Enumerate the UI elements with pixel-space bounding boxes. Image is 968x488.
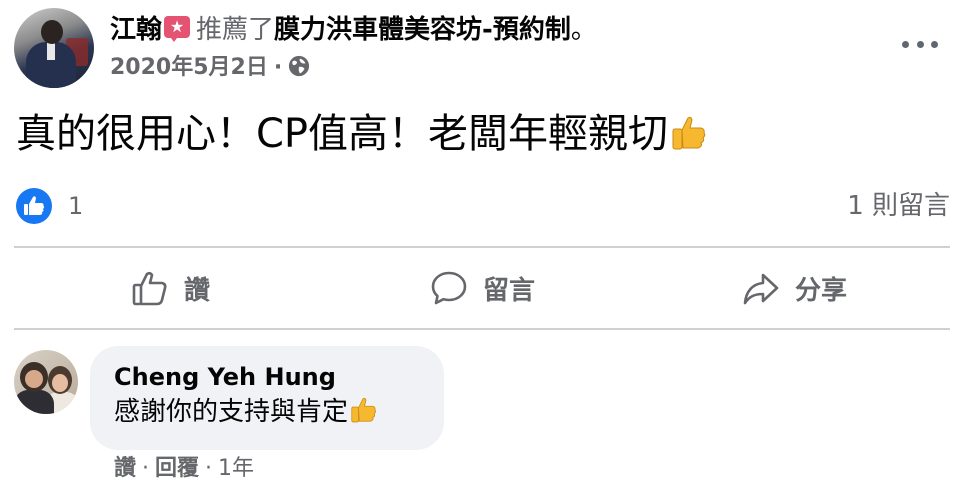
post-meta: 2020年5月2日 · — [110, 54, 310, 82]
comment-text: 感謝你的支持與肯定 — [114, 397, 349, 427]
comment-time[interactable]: 1年 — [218, 456, 254, 481]
comment-like-button[interactable]: 讚 — [114, 456, 136, 481]
post-date[interactable]: 2020年5月2日 — [110, 55, 268, 80]
comment-separator: · — [205, 456, 213, 481]
like-label: 讚 — [183, 275, 210, 306]
post-text: 真的很用心！CP值高！老闆年輕親切 — [16, 111, 669, 157]
post-author-line: 江翰 ★ 推薦了膜力洪車體美容坊-預約制。 — [110, 14, 597, 46]
more-options-icon[interactable] — [902, 36, 938, 52]
share-button[interactable]: 分享 — [638, 248, 950, 328]
page-name-link[interactable]: 膜力洪車體美容坊-預約制 — [274, 15, 571, 45]
post-action-bar: 讚 留言 分享 — [14, 248, 950, 328]
post-period: 。 — [570, 15, 597, 45]
share-label: 分享 — [794, 275, 847, 306]
comment-separator: · — [142, 456, 150, 481]
recommend-action-text: 推薦了 — [196, 15, 275, 45]
like-count[interactable]: 1 — [68, 188, 83, 224]
recommend-badge-icon: ★ — [164, 16, 191, 42]
commenter-avatar[interactable] — [14, 350, 78, 414]
comment-item: Cheng Yeh Hung 感謝你的支持與肯定 讚 · 回覆 · 1年 — [14, 346, 954, 486]
post-body: 真的很用心！CP值高！老闆年輕親切 — [16, 108, 708, 160]
post-header: 江翰 ★ 推薦了膜力洪車體美容坊-預約制。 2020年5月2日 · — [14, 8, 954, 90]
globe-icon — [289, 55, 310, 77]
share-icon — [743, 273, 779, 305]
like-button[interactable]: 讚 — [14, 248, 326, 328]
comment-button[interactable]: 留言 — [326, 248, 638, 328]
thumbs-up-emoji — [672, 116, 706, 150]
author-name[interactable]: 江翰 — [110, 15, 162, 45]
comment-label: 留言 — [482, 275, 535, 306]
comment-reply-button[interactable]: 回覆 — [155, 456, 199, 481]
comment-body: 感謝你的支持與肯定 — [114, 392, 420, 432]
author-avatar[interactable] — [14, 8, 94, 88]
like-reaction-icon[interactable] — [16, 188, 52, 224]
comment-count[interactable]: 1 則留言 — [847, 188, 950, 224]
reactions-bar: 1 1 則留言 — [16, 186, 950, 224]
commenter-name[interactable]: Cheng Yeh Hung — [114, 362, 420, 392]
divider — [14, 328, 950, 330]
comment-icon — [431, 271, 467, 305]
comment-bubble: Cheng Yeh Hung 感謝你的支持與肯定 — [90, 346, 444, 450]
thumbs-up-emoji — [351, 397, 376, 423]
meta-separator: · — [273, 55, 283, 80]
comment-actions: 讚 · 回覆 · 1年 — [114, 454, 254, 484]
thumbs-up-icon — [132, 271, 167, 306]
